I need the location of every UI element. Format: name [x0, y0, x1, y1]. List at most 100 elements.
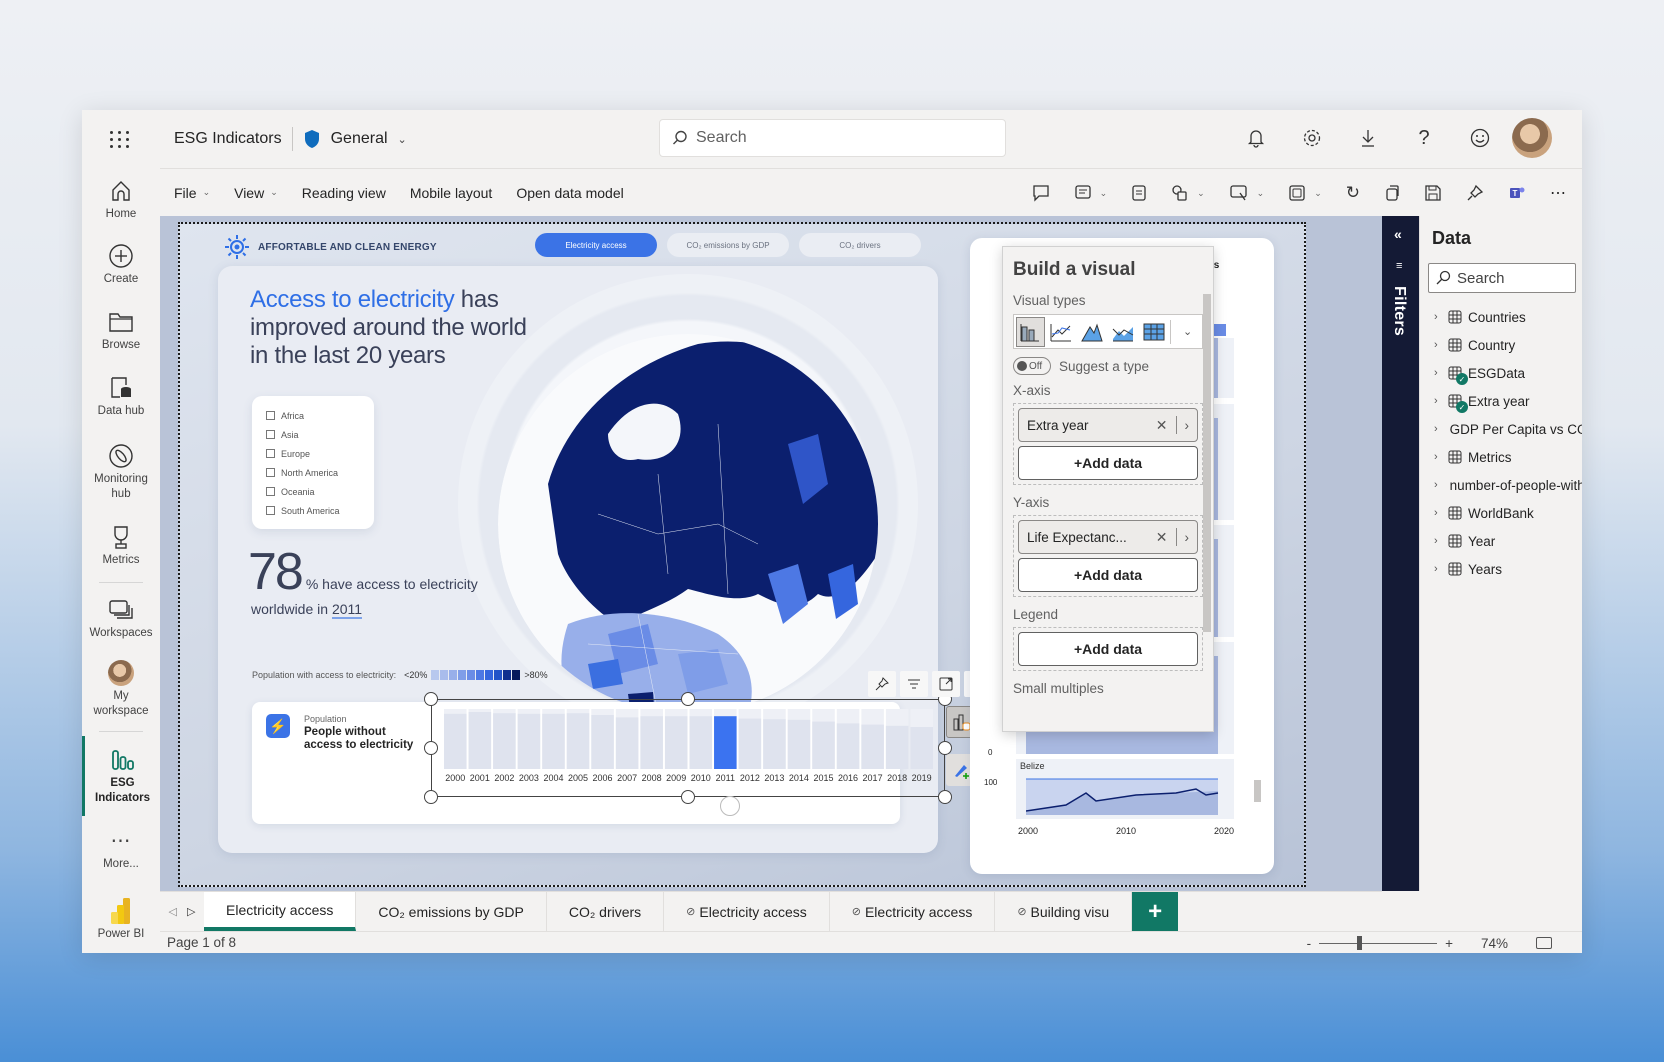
data-search-input[interactable]: Search [1428, 263, 1576, 293]
filter-icon[interactable] [900, 671, 928, 697]
resize-handle[interactable] [938, 790, 952, 804]
user-avatar[interactable] [1512, 118, 1552, 158]
nav-my-workspace[interactable]: My workspace [82, 651, 160, 727]
focus-mode-icon[interactable] [932, 671, 960, 697]
suggest-type-toggle[interactable]: Off [1013, 357, 1051, 375]
data-table-item[interactable]: › Metrics [1434, 443, 1582, 471]
chevron-right-icon[interactable]: › [1434, 311, 1442, 323]
data-table-item[interactable]: › number-of-people-with... [1434, 471, 1582, 499]
chevron-down-icon[interactable]: ⌄ [398, 133, 407, 146]
teams-icon[interactable]: T [1496, 169, 1538, 217]
chevron-right-icon[interactable]: › [1185, 530, 1190, 545]
nav-browse[interactable]: Browse [82, 298, 160, 364]
tab-prev-icon[interactable]: ◁ [169, 905, 177, 918]
slicer-item[interactable]: South America [266, 501, 360, 520]
slicer-item[interactable]: Asia [266, 425, 360, 444]
kpi-year[interactable]: 2011 [331, 601, 363, 619]
report-page[interactable]: AFFORTABLE AND CLEAN ENERGY Electricity … [178, 222, 1306, 887]
filters-pane-collapsed[interactable]: « ≡ Filters [1382, 216, 1419, 891]
save-icon[interactable] [1412, 169, 1454, 217]
x-axis-add-data-button[interactable]: +Add data [1018, 446, 1198, 480]
slicer-item[interactable]: North America [266, 463, 360, 482]
page-tab[interactable]: ⊘ Electricity access [830, 892, 996, 931]
pill-electricity-access[interactable]: Electricity access [535, 233, 657, 257]
nav-power-bi[interactable]: Power BI [82, 884, 160, 953]
more-visuals-chevron-icon[interactable]: ⌄ [1173, 317, 1202, 347]
bar-2008[interactable] [640, 716, 663, 769]
nav-metrics[interactable]: Metrics [82, 514, 160, 578]
page-tab[interactable]: CO₂ emissions by GDP [356, 892, 547, 931]
bar-2007[interactable] [615, 717, 639, 769]
refresh-icon[interactable]: ↻ [1334, 169, 1372, 217]
chevron-right-icon[interactable]: › [1434, 563, 1442, 575]
bar-2002[interactable] [493, 713, 516, 769]
bar-2016[interactable] [836, 723, 860, 769]
chevron-right-icon[interactable]: › [1434, 507, 1442, 519]
data-table-item[interactable]: › Years [1434, 555, 1582, 583]
page-tab[interactable]: ⊘ Building visu [995, 892, 1133, 931]
visual-icon[interactable]: ⌄ [1276, 169, 1334, 217]
open-data-model-button[interactable]: Open data model [516, 185, 623, 201]
bar-2018[interactable] [885, 725, 909, 769]
checkbox[interactable] [266, 411, 275, 420]
bar-2017[interactable] [861, 724, 884, 769]
chevron-right-icon[interactable]: › [1434, 395, 1442, 407]
nav-workspaces[interactable]: Workspaces [82, 587, 160, 651]
help-icon[interactable]: ? [1396, 118, 1452, 158]
bar-2012[interactable] [738, 718, 762, 769]
data-table-item[interactable]: › Country [1434, 331, 1582, 359]
data-table-item[interactable]: › Countries [1434, 303, 1582, 331]
button-icon[interactable]: ⌄ [1217, 169, 1277, 217]
resize-handle[interactable] [424, 741, 438, 755]
nav-create[interactable]: Create [82, 232, 160, 298]
bar-2010[interactable] [689, 716, 713, 769]
data-table-item[interactable]: › GDP Per Capita vs CO2 ... [1434, 415, 1582, 443]
bar-2001[interactable] [468, 712, 492, 769]
report-title[interactable]: ESG Indicators [174, 130, 282, 148]
page-tab[interactable]: Electricity access [204, 892, 357, 931]
bar-2006[interactable] [591, 715, 614, 769]
checkbox[interactable] [266, 487, 275, 496]
bar-2015[interactable] [812, 721, 835, 769]
bar-2019[interactable] [910, 727, 933, 769]
bar-2005[interactable] [566, 713, 590, 769]
feedback-icon[interactable] [1452, 118, 1508, 158]
app-launcher-icon[interactable] [110, 128, 132, 150]
y-axis-add-data-button[interactable]: +Add data [1018, 558, 1198, 592]
expand-chevron-icon[interactable]: « [1394, 226, 1402, 242]
zoom-in-button[interactable]: + [1445, 936, 1453, 951]
chevron-right-icon[interactable]: › [1434, 479, 1438, 491]
data-table-item[interactable]: › ✓ Extra year [1434, 387, 1582, 415]
pane-scrollbar[interactable] [1203, 294, 1211, 632]
bar-2011[interactable] [714, 716, 737, 769]
chevron-right-icon[interactable]: › [1434, 451, 1442, 463]
chevron-right-icon[interactable]: › [1434, 367, 1442, 379]
zoom-slider-thumb[interactable] [1357, 935, 1363, 950]
resize-handle[interactable] [938, 741, 952, 755]
nav-data-hub[interactable]: Data hub [82, 364, 160, 430]
shapes-icon[interactable]: ⌄ [1159, 169, 1217, 217]
slicer-item[interactable]: Europe [266, 444, 360, 463]
pin-icon[interactable] [1454, 169, 1496, 217]
global-search-input[interactable]: Search [659, 119, 1006, 157]
mobile-layout-button[interactable]: Mobile layout [410, 185, 493, 201]
more-options-icon[interactable]: ⋯ [1538, 169, 1578, 217]
pill-co2-emissions[interactable]: CO₂ emissions by GDP [667, 233, 789, 257]
resize-handle[interactable] [681, 790, 695, 804]
resize-handle[interactable] [424, 790, 438, 804]
tab-next-icon[interactable]: ▷ [187, 905, 195, 918]
column-chart-icon[interactable] [1016, 316, 1045, 347]
text-box-icon[interactable] [1119, 169, 1159, 217]
bar-chart[interactable] [443, 709, 934, 769]
pill-co2-drivers[interactable]: CO₂ drivers [799, 233, 921, 257]
bell-icon[interactable] [1228, 118, 1284, 158]
data-table-item[interactable]: › Year [1434, 527, 1582, 555]
rotate-handle[interactable] [720, 796, 740, 816]
bar-2009[interactable] [664, 716, 688, 769]
nav-esg-indicators[interactable]: ESG Indicators [82, 736, 160, 816]
chevron-right-icon[interactable]: › [1434, 535, 1442, 547]
checkbox[interactable] [266, 430, 275, 439]
comment-icon[interactable] [1020, 169, 1062, 217]
checkbox[interactable] [266, 468, 275, 477]
x-axis-field[interactable]: Extra year ✕ › [1018, 408, 1198, 442]
